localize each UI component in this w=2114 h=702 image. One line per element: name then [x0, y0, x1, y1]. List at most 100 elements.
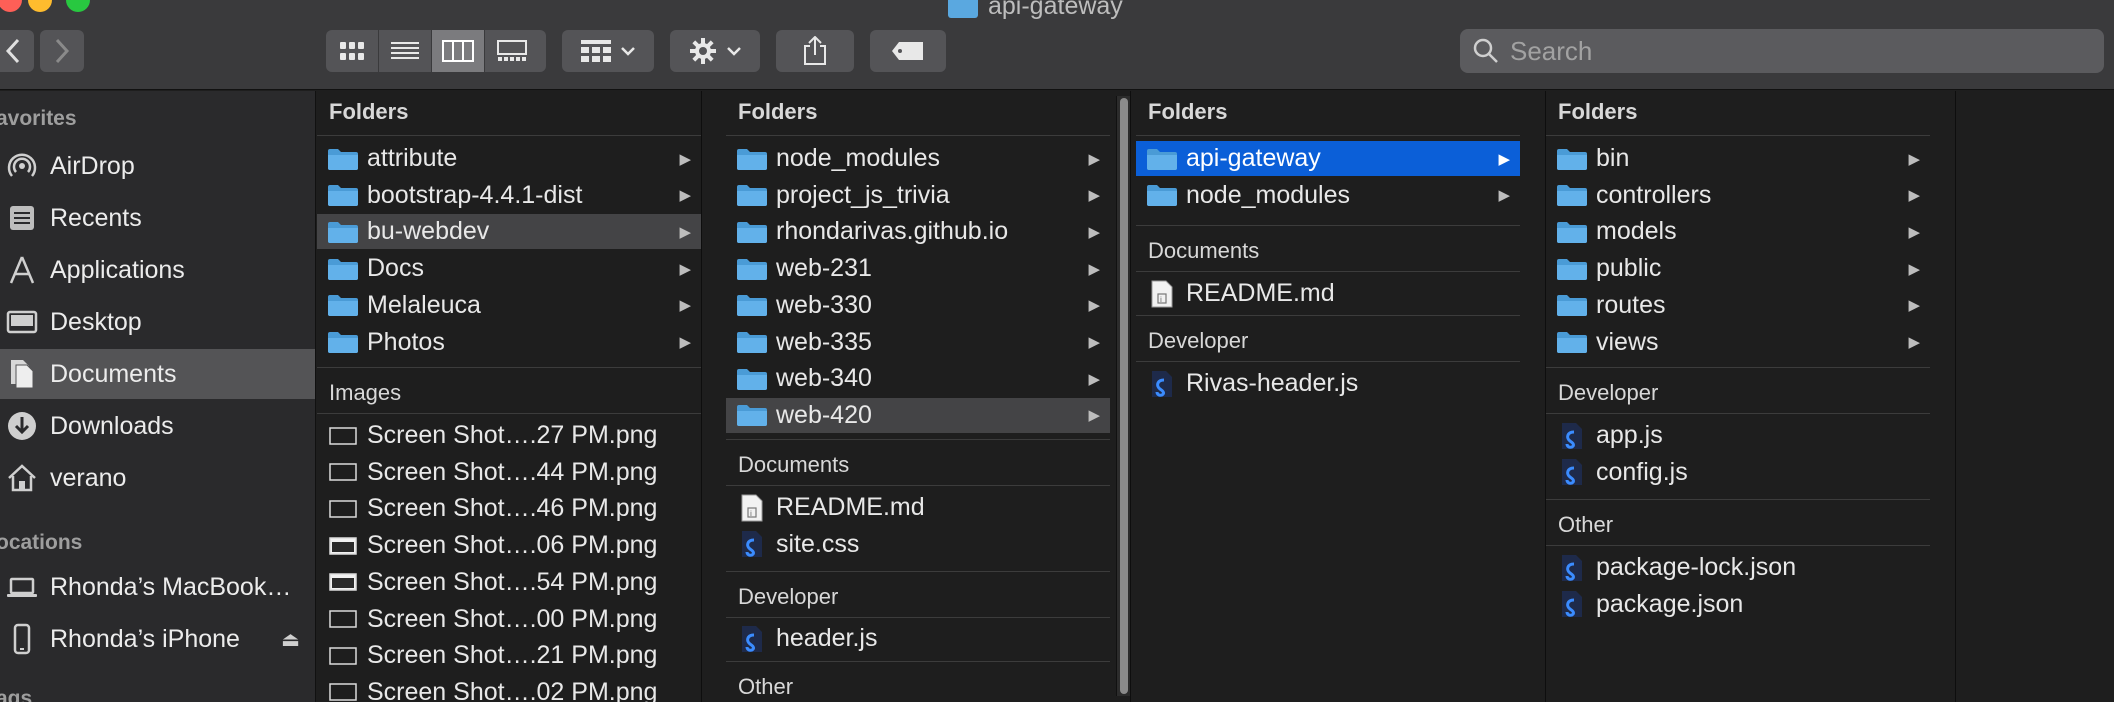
file-row[interactable]: Rivas-header.js — [1136, 366, 1520, 401]
javascript-file-icon — [742, 531, 762, 558]
image-thumbnail-icon — [329, 500, 357, 518]
disclosure-arrow-icon: ▶ — [1908, 297, 1920, 315]
back-button[interactable] — [0, 30, 34, 72]
tags-button[interactable] — [870, 30, 946, 72]
chevron-right-icon — [55, 38, 70, 64]
sidebar-item-applications[interactable]: Applications — [0, 245, 315, 295]
folder-icon — [328, 148, 358, 170]
search-input[interactable] — [1510, 35, 2070, 67]
svg-text:i: i — [1160, 296, 1162, 304]
file-row[interactable]: i README.md — [1136, 276, 1520, 311]
sidebar-item-downloads[interactable]: Downloads — [0, 401, 315, 451]
folder-row[interactable]: attribute ▶ — [317, 141, 701, 176]
column-view-button[interactable] — [432, 30, 485, 72]
sidebar-item-label: AirDrop — [50, 151, 135, 180]
sidebar-item-home[interactable]: verano — [0, 453, 315, 503]
folder-row[interactable]: web-340 ▶ — [726, 361, 1110, 396]
recents-icon — [4, 200, 40, 236]
file-row[interactable]: Screen Shot….54 PM.png — [317, 565, 701, 600]
file-row[interactable]: config.js — [1546, 455, 1930, 490]
list-view-button[interactable] — [379, 30, 432, 72]
item-label: web-340 — [776, 364, 872, 393]
action-button[interactable] — [670, 30, 760, 72]
share-button[interactable] — [776, 30, 854, 72]
folder-row[interactable]: web-335 ▶ — [726, 325, 1110, 360]
search-field[interactable] — [1460, 29, 2104, 73]
folder-row[interactable]: api-gateway ▶ — [1136, 141, 1520, 176]
folder-icon — [1557, 148, 1587, 170]
folder-row[interactable]: models ▶ — [1546, 214, 1930, 249]
file-row[interactable]: header.js — [726, 621, 1110, 656]
folder-row[interactable]: web-231 ▶ — [726, 251, 1110, 286]
chevron-down-icon — [727, 47, 741, 56]
group-header: Developer — [738, 584, 839, 609]
forward-button[interactable] — [40, 30, 84, 72]
divider — [726, 661, 1110, 662]
icon-view-button[interactable] — [326, 30, 379, 72]
file-row[interactable]: Screen Shot….44 PM.png — [317, 455, 701, 490]
chevron-left-icon — [5, 38, 20, 64]
folder-row[interactable]: public ▶ — [1546, 251, 1930, 286]
group-by-button[interactable] — [562, 30, 654, 72]
sidebar-item-macbook[interactable]: Rhonda’s MacBook… — [0, 562, 315, 612]
folder-row[interactable]: rhondarivas.github.io ▶ — [726, 214, 1110, 249]
folder-row[interactable]: Photos ▶ — [317, 325, 701, 360]
file-row[interactable]: i README.md — [726, 490, 1110, 525]
file-row[interactable]: package.json — [1546, 587, 1930, 622]
gallery-view-button[interactable] — [485, 30, 538, 72]
disclosure-arrow-icon: ▶ — [1088, 260, 1100, 278]
folder-icon — [1557, 332, 1587, 353]
zoom-window-button[interactable] — [66, 0, 90, 12]
file-row[interactable]: package-lock.json — [1546, 550, 1930, 585]
divider — [726, 135, 1110, 136]
sidebar-item-documents[interactable]: Documents — [0, 349, 315, 399]
vertical-scrollbar[interactable] — [1116, 96, 1130, 696]
file-row[interactable]: app.js — [1546, 418, 1930, 453]
item-label: package-lock.json — [1596, 553, 1797, 581]
folder-row[interactable]: routes ▶ — [1546, 288, 1930, 323]
file-row[interactable]: Screen Shot….06 PM.png — [317, 528, 701, 563]
file-row[interactable]: site.css — [726, 527, 1110, 562]
file-row[interactable]: Screen Shot….46 PM.png — [317, 491, 701, 526]
scrollbar-thumb[interactable] — [1120, 98, 1128, 694]
file-row[interactable]: Screen Shot….27 PM.png — [317, 418, 701, 453]
folder-row[interactable]: bu-webdev ▶ — [317, 214, 701, 250]
disclosure-arrow-icon: ▶ — [1908, 334, 1920, 351]
folder-row[interactable]: node_modules ▶ — [726, 141, 1110, 176]
folder-row[interactable]: Docs ▶ — [317, 251, 701, 286]
sidebar-item-iphone[interactable]: Rhonda’s iPhone ⏏ — [0, 614, 315, 664]
folder-row[interactable]: bootstrap-4.4.1-dist ▶ — [317, 178, 701, 213]
folder-row[interactable]: bin ▶ — [1546, 141, 1930, 176]
minimize-window-button[interactable] — [28, 0, 52, 12]
group-header: Other — [738, 674, 794, 699]
divider — [1546, 135, 1930, 136]
folder-row[interactable]: project_js_trivia ▶ — [726, 178, 1110, 213]
item-label: Screen Shot….06 PM.png — [367, 531, 658, 560]
divider — [1136, 315, 1520, 316]
item-label: package.json — [1596, 589, 1744, 618]
folder-row[interactable]: views ▶ — [1546, 325, 1930, 360]
disclosure-arrow-icon: ▶ — [1088, 187, 1100, 205]
eject-icon[interactable]: ⏏ — [281, 627, 300, 652]
folder-row[interactable]: Melaleuca ▶ — [317, 288, 701, 323]
folder-row[interactable]: web-420 ▶ — [726, 397, 1110, 433]
close-window-button[interactable] — [0, 0, 22, 12]
column-divider[interactable] — [701, 91, 702, 702]
folder-icon — [737, 148, 767, 170]
image-thumbnail-icon — [329, 426, 357, 445]
folder-row[interactable]: controllers ▶ — [1546, 178, 1930, 213]
sidebar-item-airdrop[interactable]: AirDrop — [0, 141, 315, 191]
item-label: Screen Shot….44 PM.png — [367, 457, 658, 486]
sidebar-item-recents[interactable]: Recents — [0, 193, 315, 243]
javascript-file-icon — [1562, 591, 1582, 618]
sidebar-item-desktop[interactable]: Desktop — [0, 297, 315, 347]
folder-icon — [737, 405, 767, 427]
file-row[interactable]: Screen Shot….21 PM.png — [317, 638, 701, 673]
folder-row[interactable]: web-330 ▶ — [726, 288, 1110, 323]
column-divider[interactable] — [1130, 91, 1131, 702]
folder-icon — [328, 221, 358, 243]
file-row[interactable]: Screen Shot….02 PM.png — [317, 675, 701, 702]
desktop-icon — [4, 304, 40, 340]
folder-row[interactable]: node_modules ▶ — [1136, 178, 1520, 213]
file-row[interactable]: Screen Shot….00 PM.png — [317, 602, 701, 637]
